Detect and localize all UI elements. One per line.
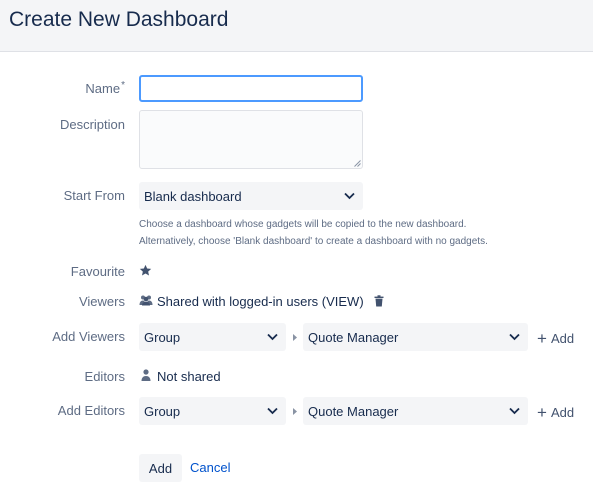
submit-add-button[interactable]: Add: [139, 454, 182, 482]
start-from-help-line1: Choose a dashboard whose gadgets will be…: [139, 219, 467, 230]
plus-icon: +: [537, 403, 547, 422]
user-icon: [141, 369, 151, 381]
add-viewers-type-select[interactable]: Group: [139, 323, 286, 351]
add-editors-label: Add Editors: [57, 403, 125, 418]
name-label: Name*: [85, 80, 125, 96]
start-from-selected: Blank dashboard: [144, 189, 242, 204]
chevron-down-icon: [267, 407, 278, 415]
description-label: Description: [59, 117, 125, 132]
add-editors-type-value: Group: [144, 404, 181, 419]
required-marker: *: [121, 80, 125, 91]
name-input[interactable]: [139, 75, 363, 102]
chevron-down-icon: [267, 333, 278, 341]
editors-label: Editors: [84, 369, 125, 384]
chevron-right-icon: [293, 408, 297, 415]
trash-icon[interactable]: [374, 295, 384, 307]
start-from-select[interactable]: Blank dashboard: [139, 182, 363, 210]
editors-share-text: Not shared: [157, 369, 221, 384]
users-icon: [139, 295, 153, 306]
cancel-link[interactable]: Cancel: [190, 460, 230, 475]
name-label-text: Name: [85, 81, 121, 96]
add-editors-group-value: Quote Manager: [308, 404, 399, 419]
add-editor-label: Add: [550, 405, 575, 420]
add-viewers-label: Add Viewers: [52, 329, 125, 344]
plus-icon: +: [537, 329, 547, 348]
star-icon[interactable]: [139, 264, 152, 277]
favourite-label: Favourite: [70, 264, 125, 279]
viewers-share-text: Shared with logged-in users (VIEW): [157, 294, 364, 309]
add-viewer-button[interactable]: + Add: [537, 328, 574, 348]
resize-grip-icon[interactable]: [354, 160, 361, 167]
chevron-down-icon: [509, 333, 520, 341]
page-header: Create New Dashboard: [0, 0, 593, 52]
add-viewers-type-value: Group: [144, 330, 181, 345]
start-from-label: Start From: [63, 188, 125, 203]
chevron-down-icon: [509, 407, 520, 415]
viewers-label: Viewers: [78, 294, 125, 309]
add-editors-group-select[interactable]: Quote Manager: [303, 397, 528, 425]
chevron-right-icon: [293, 334, 297, 341]
add-editors-type-select[interactable]: Group: [139, 397, 286, 425]
chevron-down-icon: [344, 192, 355, 200]
add-viewers-group-select[interactable]: Quote Manager: [303, 323, 528, 351]
add-viewers-group-value: Quote Manager: [308, 330, 399, 345]
start-from-help-line2: Alternatively, choose 'Blank dashboard' …: [139, 236, 488, 247]
add-editor-button[interactable]: + Add: [537, 402, 574, 422]
page-title: Create New Dashboard: [9, 8, 229, 31]
description-textarea[interactable]: [139, 110, 363, 169]
add-viewer-label: Add: [550, 331, 575, 346]
